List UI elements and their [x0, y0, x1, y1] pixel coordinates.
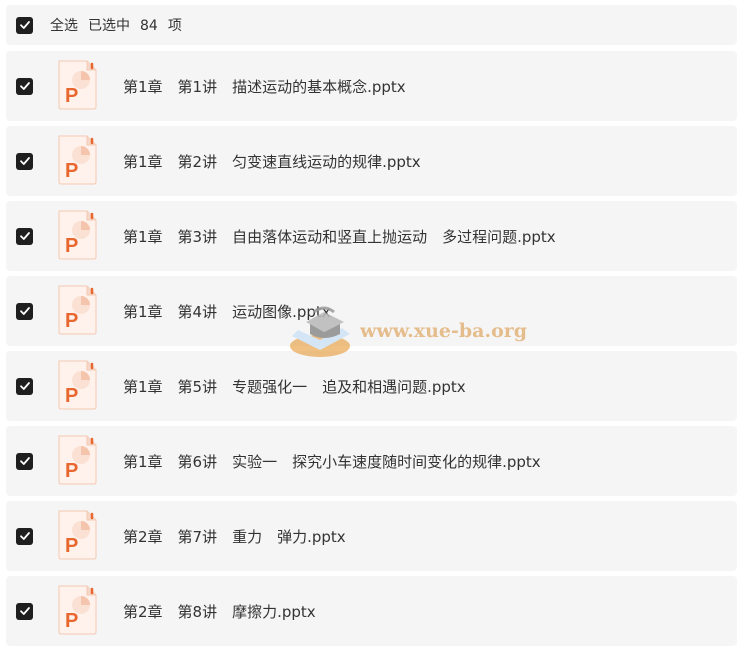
- svg-text:P: P: [65, 235, 78, 257]
- file-checkbox[interactable]: [16, 152, 33, 170]
- select-all-checkbox[interactable]: [16, 16, 33, 34]
- file-name: 第1章 第2讲 匀变速直线运动的规律.pptx: [123, 152, 421, 171]
- powerpoint-file-icon: P: [58, 60, 97, 110]
- file-checkbox[interactable]: [16, 302, 33, 320]
- svg-text:P: P: [65, 85, 78, 107]
- checkmark-icon: [19, 21, 30, 29]
- checkmark-icon: [19, 232, 30, 240]
- svg-text:P: P: [65, 460, 78, 482]
- file-name: 第1章 第1讲 描述运动的基本概念.pptx: [123, 77, 406, 96]
- file-row[interactable]: P 第1章 第1讲 描述运动的基本概念.pptx: [6, 51, 737, 121]
- powerpoint-file-icon: P: [58, 435, 97, 485]
- file-row[interactable]: P 第2章 第7讲 重力 弹力.pptx: [6, 501, 737, 571]
- selected-count: 84: [140, 18, 158, 34]
- checkmark-icon: [19, 157, 30, 165]
- file-row[interactable]: P 第1章 第3讲 自由落体运动和竖直上抛运动 多过程问题.pptx: [6, 201, 737, 271]
- selection-summary: 全选 已选中 84 项: [50, 15, 192, 35]
- file-row[interactable]: P 第2章 第8讲 摩擦力.pptx: [6, 576, 737, 646]
- checkmark-icon: [19, 457, 30, 465]
- checkmark-icon: [19, 382, 30, 390]
- file-row[interactable]: P 第1章 第5讲 专题强化一 追及和相遇问题.pptx: [6, 351, 737, 421]
- file-name: 第1章 第4讲 运动图像.pptx: [123, 302, 331, 321]
- file-name: 第1章 第5讲 专题强化一 追及和相遇问题.pptx: [123, 377, 466, 396]
- svg-text:P: P: [65, 160, 78, 182]
- powerpoint-file-icon: P: [58, 135, 97, 185]
- powerpoint-file-icon: P: [58, 285, 97, 335]
- svg-text:P: P: [65, 310, 78, 332]
- svg-text:P: P: [65, 385, 78, 407]
- file-checkbox[interactable]: [16, 227, 33, 245]
- file-checkbox[interactable]: [16, 452, 33, 470]
- file-checkbox[interactable]: [16, 602, 33, 620]
- checkmark-icon: [19, 82, 30, 90]
- powerpoint-file-icon: P: [58, 360, 97, 410]
- svg-text:P: P: [65, 610, 78, 632]
- file-name: 第1章 第3讲 自由落体运动和竖直上抛运动 多过程问题.pptx: [123, 227, 556, 246]
- powerpoint-file-icon: P: [58, 510, 97, 560]
- selected-prefix: 已选中: [88, 18, 130, 34]
- file-row[interactable]: P 第1章 第6讲 实验一 探究小车速度随时间变化的规律.pptx: [6, 426, 737, 496]
- checkmark-icon: [19, 532, 30, 540]
- select-all-bar: 全选 已选中 84 项: [6, 5, 737, 45]
- file-checkbox[interactable]: [16, 527, 33, 545]
- svg-text:P: P: [65, 535, 78, 557]
- selected-suffix: 项: [167, 18, 182, 34]
- checkmark-icon: [19, 607, 30, 615]
- checkmark-icon: [19, 307, 30, 315]
- file-checkbox[interactable]: [16, 77, 33, 95]
- file-name: 第1章 第6讲 实验一 探究小车速度随时间变化的规律.pptx: [123, 452, 541, 471]
- powerpoint-file-icon: P: [58, 585, 97, 635]
- file-row[interactable]: P 第1章 第2讲 匀变速直线运动的规律.pptx: [6, 126, 737, 196]
- file-row[interactable]: P 第1章 第4讲 运动图像.pptx: [6, 276, 737, 346]
- select-all-label[interactable]: 全选: [50, 18, 78, 34]
- powerpoint-file-icon: P: [58, 210, 97, 260]
- file-name: 第2章 第7讲 重力 弹力.pptx: [123, 527, 346, 546]
- file-list: P 第1章 第1讲 描述运动的基本概念.pptx P 第1章 第2讲 匀变速直线…: [6, 51, 737, 651]
- file-checkbox[interactable]: [16, 377, 33, 395]
- file-name: 第2章 第8讲 摩擦力.pptx: [123, 602, 316, 621]
